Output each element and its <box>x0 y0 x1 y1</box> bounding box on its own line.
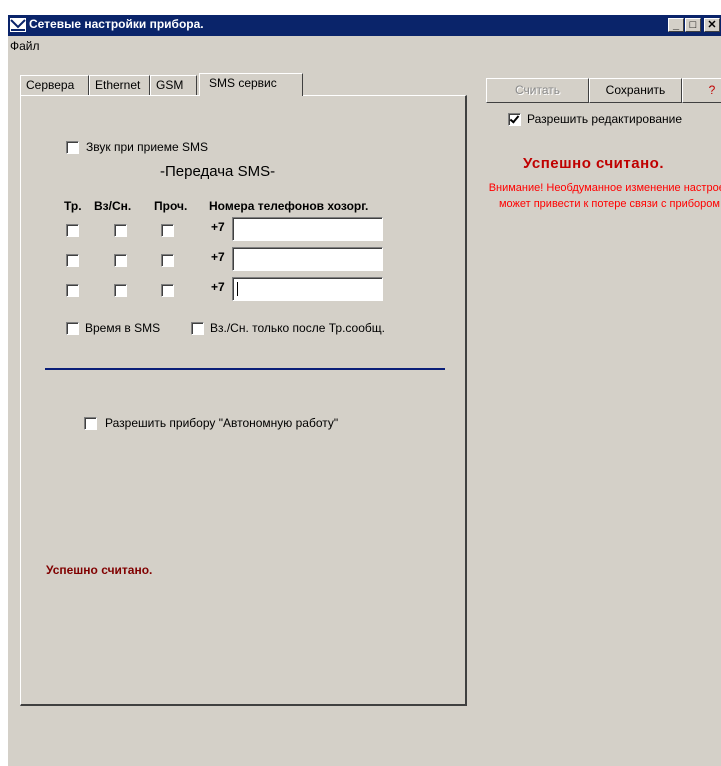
title-bar[interactable]: Сетевые настройки прибора. _ □ ✕ <box>8 15 721 36</box>
warning-text: Внимание! Необдуманное изменение настрое… <box>488 182 721 210</box>
col-vz-header: Вз/Сн. <box>94 199 132 213</box>
tab-ethernet[interactable]: Ethernet <box>89 75 150 95</box>
col-proch-header: Проч. <box>154 199 188 213</box>
tab-ethernet-label: Ethernet <box>95 78 141 92</box>
col-tr-header: Тр. <box>64 199 82 213</box>
row3-vz-checkbox[interactable] <box>114 284 127 297</box>
tab-gsm-label: GSM <box>156 78 184 92</box>
allow-edit-checkbox[interactable] <box>508 113 521 126</box>
tab-servers-label: Сервера <box>26 78 75 92</box>
row1-tr-checkbox[interactable] <box>66 224 79 237</box>
close-button[interactable]: ✕ <box>704 18 720 32</box>
allow-edit-label: Разрешить редактирование <box>527 112 683 126</box>
help-button[interactable]: ? <box>682 78 721 103</box>
sound-on-receive-label: Звук при приеме SMS <box>86 140 208 154</box>
row1-vz-checkbox[interactable] <box>114 224 127 237</box>
autonomous-work-checkbox[interactable] <box>84 417 97 430</box>
window-title: Сетевые настройки прибора. <box>29 17 204 31</box>
time-in-sms-checkbox[interactable] <box>66 322 79 335</box>
text-caret <box>237 282 238 296</box>
row2-tr-checkbox[interactable] <box>66 254 79 267</box>
menu-bar: Файл <box>8 36 721 56</box>
minimize-button[interactable]: _ <box>668 18 684 32</box>
row2-vz-checkbox[interactable] <box>114 254 127 267</box>
app-window: Сетевые настройки прибора. _ □ ✕ Файл Се… <box>8 15 721 766</box>
right-status: Успешно считано. <box>523 155 664 172</box>
phone-input-3[interactable] <box>232 277 383 301</box>
tab-servers[interactable]: Сервера <box>20 75 89 95</box>
row1-prefix: +7 <box>211 220 225 234</box>
phone-input-1[interactable] <box>232 217 383 241</box>
panel-status: Успешно считано. <box>46 563 153 577</box>
tab-gsm[interactable]: GSM <box>150 75 197 95</box>
row3-proch-checkbox[interactable] <box>161 284 174 297</box>
row3-prefix: +7 <box>211 280 225 294</box>
row2-proch-checkbox[interactable] <box>161 254 174 267</box>
sms-service-panel: Звук при приеме SMS -Передача SMS- Тр. В… <box>20 95 467 706</box>
vz-after-tr-label: Вз./Сн. только после Тр.сообщ. <box>210 321 385 335</box>
sms-section-title: -Передача SMS- <box>160 163 276 180</box>
col-phones-header: Номера телефонов хозорг. <box>209 199 369 213</box>
row1-proch-checkbox[interactable] <box>161 224 174 237</box>
vz-after-tr-checkbox[interactable] <box>191 322 204 335</box>
save-button[interactable]: Сохранить <box>589 78 682 103</box>
row3-tr-checkbox[interactable] <box>66 284 79 297</box>
sound-on-receive-checkbox[interactable] <box>66 141 79 154</box>
maximize-button[interactable]: □ <box>685 18 701 32</box>
menu-file[interactable]: Файл <box>10 39 40 53</box>
tab-sms-service[interactable]: SMS сервис <box>199 73 303 96</box>
section-divider <box>45 368 445 370</box>
read-button[interactable]: Считать <box>486 78 589 103</box>
time-in-sms-label: Время в SMS <box>85 321 161 335</box>
tab-sms-service-label: SMS сервис <box>209 76 277 90</box>
row2-prefix: +7 <box>211 250 225 264</box>
app-icon <box>10 18 26 32</box>
phone-input-2[interactable] <box>232 247 383 271</box>
autonomous-work-label: Разрешить прибору "Автономную работу" <box>105 416 339 430</box>
